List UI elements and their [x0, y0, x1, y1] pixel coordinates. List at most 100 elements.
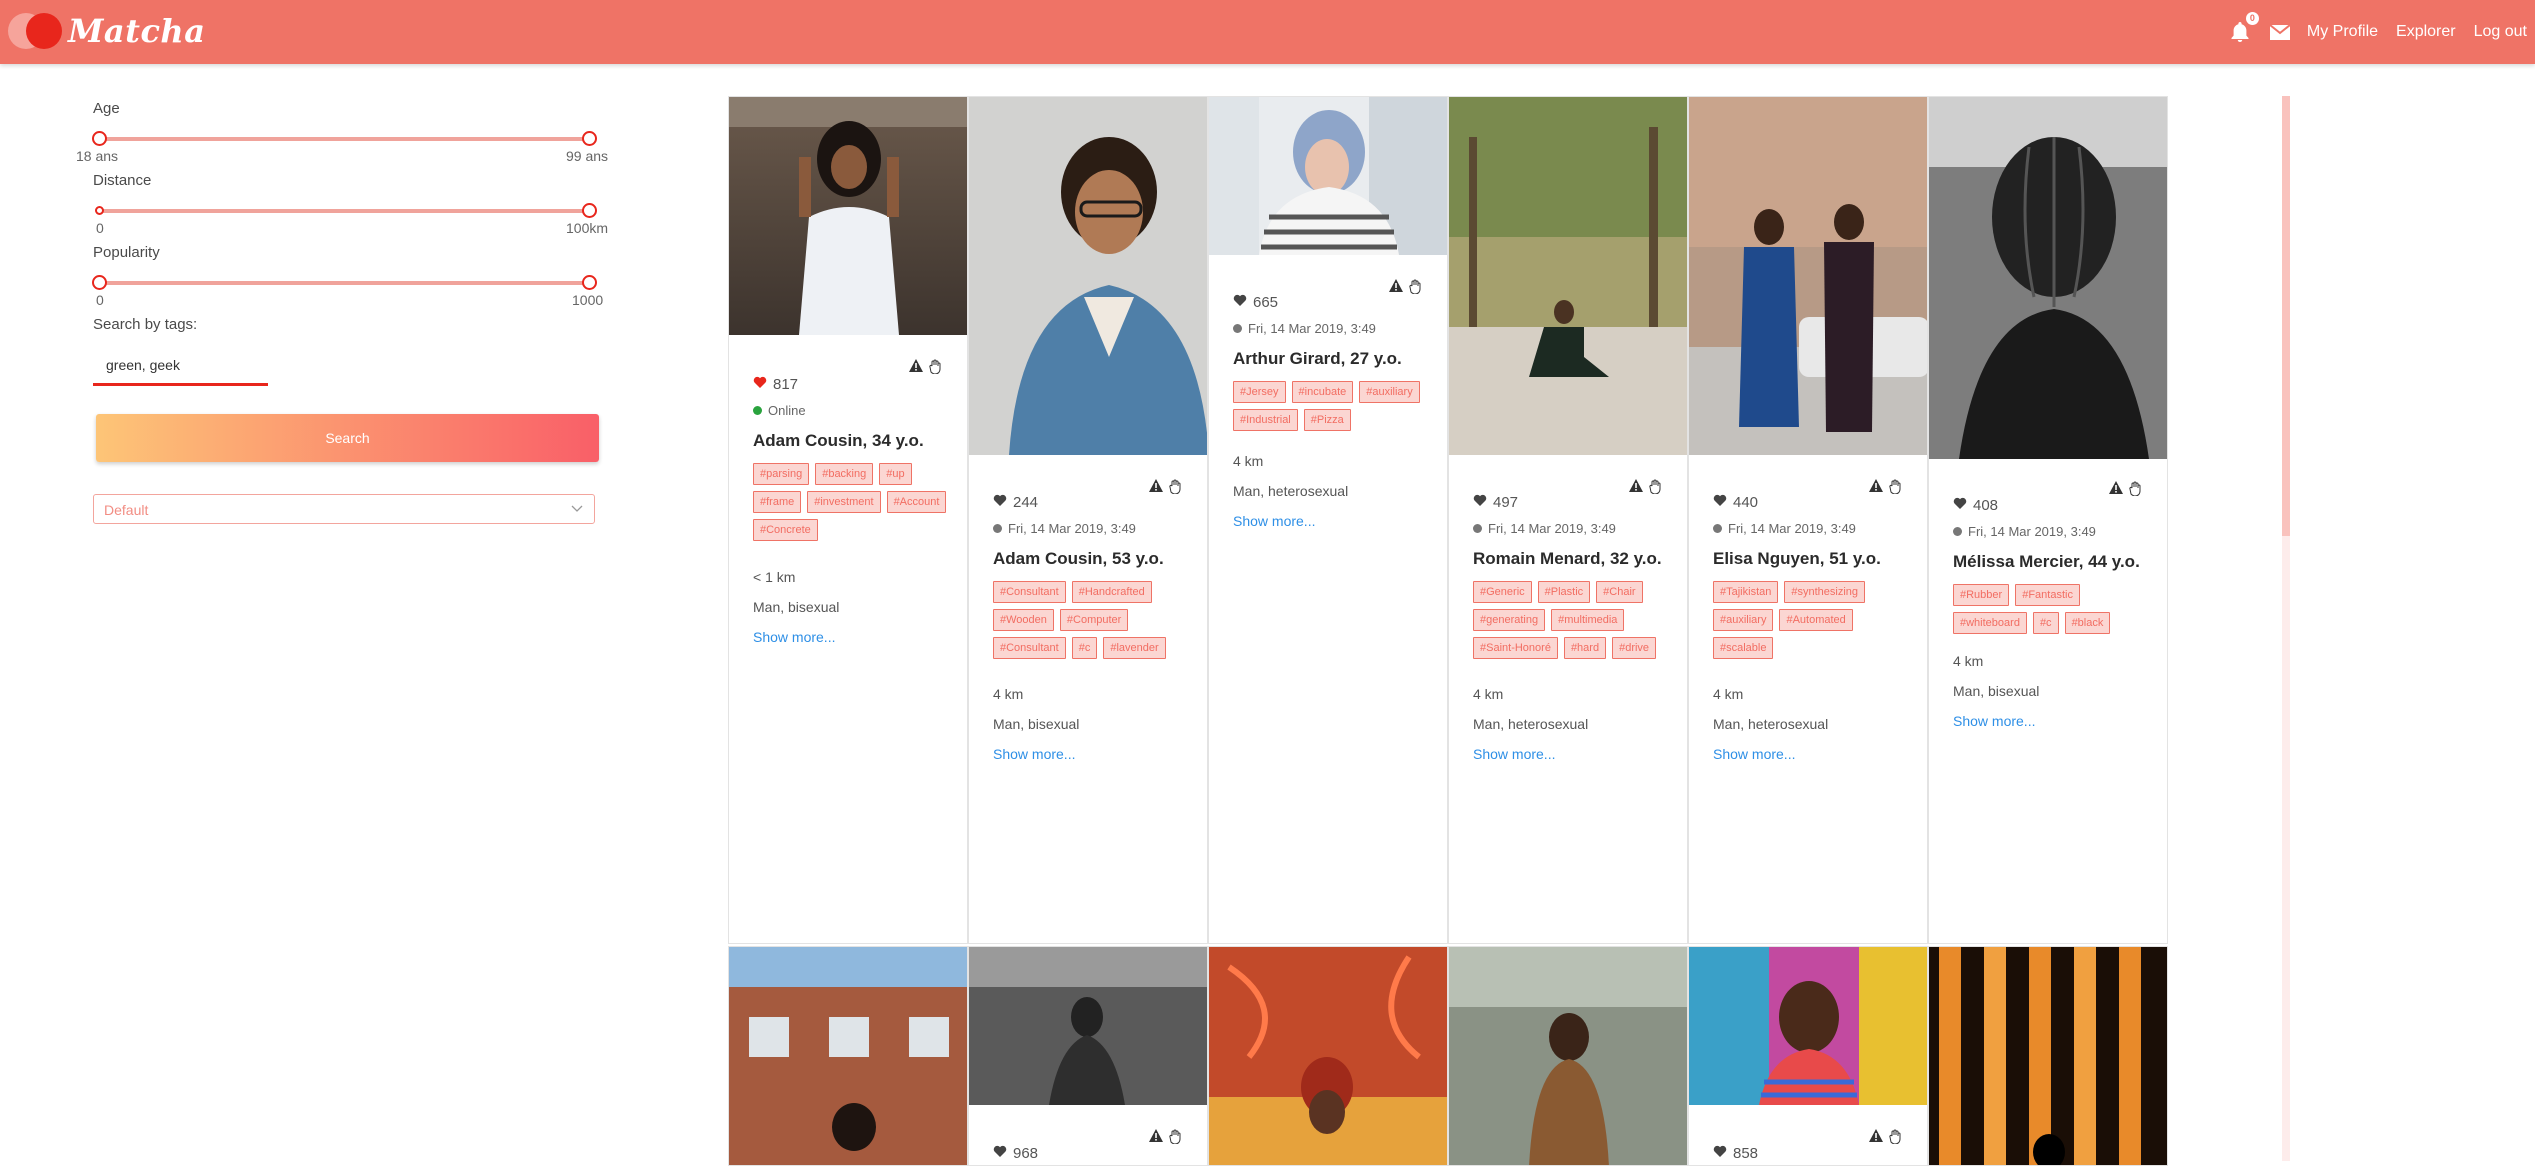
show-more-link[interactable]: Show more...	[1473, 746, 1555, 762]
block-hand-icon[interactable]	[1169, 1129, 1183, 1149]
profile-card[interactable]	[728, 946, 968, 1166]
profile-photo[interactable]	[1209, 947, 1447, 1166]
messages-envelope-icon[interactable]	[2267, 19, 2293, 45]
tag[interactable]: #Plastic	[1537, 581, 1591, 603]
tag[interactable]: #Generic	[1473, 581, 1532, 603]
profile-card[interactable]: 665 Fri, 14 Mar 2019, 3:49 Arthur Girard…	[1208, 96, 1448, 944]
profile-name[interactable]: Romain Menard, 32 y.o.	[1473, 549, 1662, 569]
tag[interactable]: #Jersey	[1233, 381, 1286, 403]
profile-photo[interactable]	[1929, 947, 2167, 1166]
profile-card[interactable]	[1208, 946, 1448, 1166]
app-logo[interactable]: Matcha	[8, 12, 205, 50]
show-more-link[interactable]: Show more...	[1953, 713, 2035, 729]
tag[interactable]: #generating	[1473, 609, 1546, 631]
age-min-handle[interactable]	[92, 131, 107, 146]
likes-count[interactable]: 408	[1953, 497, 1998, 514]
tag[interactable]: #hard	[1563, 637, 1607, 659]
profile-card[interactable]: 497 Fri, 14 Mar 2019, 3:49 Romain Menard…	[1448, 96, 1688, 944]
notifications-bell-icon[interactable]: 0	[2227, 12, 2259, 45]
likes-count[interactable]: 968	[993, 1145, 1038, 1162]
tag[interactable]: #Saint-Honoré	[1473, 637, 1558, 659]
age-max-handle[interactable]	[582, 131, 597, 146]
tag[interactable]: #Handcrafted	[1071, 581, 1152, 603]
scrollbar-thumb[interactable]	[2282, 96, 2290, 536]
age-range-slider[interactable]	[92, 131, 597, 146]
tag[interactable]: #c	[2032, 612, 2059, 634]
block-hand-icon[interactable]	[1889, 479, 1903, 499]
profile-card[interactable]: 408 Fri, 14 Mar 2019, 3:49 Mélissa Merci…	[1928, 96, 2168, 944]
tag[interactable]: #Wooden	[993, 609, 1054, 631]
block-hand-icon[interactable]	[1169, 479, 1183, 499]
profile-photo[interactable]	[1209, 97, 1447, 255]
profile-name[interactable]: Mélissa Mercier, 44 y.o.	[1953, 552, 2140, 572]
profile-name[interactable]: Elisa Nguyen, 51 y.o.	[1713, 549, 1881, 569]
profile-card[interactable]: 968	[968, 946, 1208, 1166]
tag[interactable]: #multimedia	[1551, 609, 1625, 631]
profile-photo[interactable]	[729, 947, 967, 1166]
sort-select[interactable]: Default	[93, 494, 595, 524]
show-more-link[interactable]: Show more...	[753, 629, 835, 645]
tag[interactable]: #auxiliary	[1359, 381, 1420, 403]
profile-card[interactable]: 244 Fri, 14 Mar 2019, 3:49 Adam Cousin, …	[968, 96, 1208, 944]
nav-link-logout[interactable]: Log out	[2474, 23, 2527, 41]
report-warning-icon[interactable]	[1149, 1129, 1163, 1149]
tag[interactable]: #auxiliary	[1713, 609, 1774, 631]
distance-min-handle[interactable]	[95, 206, 104, 215]
profile-photo[interactable]	[1689, 97, 1927, 455]
report-warning-icon[interactable]	[1389, 279, 1403, 299]
block-hand-icon[interactable]	[1649, 479, 1663, 499]
profile-card[interactable]: 440 Fri, 14 Mar 2019, 3:49 Elisa Nguyen,…	[1688, 96, 1928, 944]
profile-name[interactable]: Adam Cousin, 34 y.o.	[753, 431, 924, 451]
show-more-link[interactable]: Show more...	[1233, 513, 1315, 529]
tag[interactable]: #Industrial	[1233, 409, 1298, 431]
profile-card[interactable]: 817 Online Adam Cousin, 34 y.o. #parsing…	[728, 96, 968, 944]
report-warning-icon[interactable]	[1869, 479, 1883, 499]
tag[interactable]: #Fantastic	[2015, 584, 2080, 606]
tag[interactable]: #parsing	[753, 463, 810, 485]
report-warning-icon[interactable]	[1869, 1129, 1883, 1149]
tag[interactable]: #Consultant	[993, 637, 1066, 659]
tag[interactable]: #scalable	[1713, 637, 1774, 659]
tag[interactable]: #c	[1071, 637, 1098, 659]
tag[interactable]: #up	[879, 463, 912, 485]
likes-count[interactable]: 858	[1713, 1145, 1758, 1162]
tags-search-input[interactable]: green, geek	[93, 346, 268, 386]
show-more-link[interactable]: Show more...	[1713, 746, 1795, 762]
distance-max-handle[interactable]	[582, 203, 597, 218]
vertical-scrollbar[interactable]	[2282, 96, 2290, 1161]
tag[interactable]: #Computer	[1059, 609, 1129, 631]
report-warning-icon[interactable]	[2109, 481, 2123, 501]
tag[interactable]: #Tajikistan	[1713, 581, 1779, 603]
tag[interactable]: #Rubber	[1953, 584, 2010, 606]
tag[interactable]: #lavender	[1103, 637, 1166, 659]
profile-card[interactable]	[1448, 946, 1688, 1166]
tag[interactable]: #Chair	[1596, 581, 1643, 603]
profile-photo[interactable]	[1689, 947, 1927, 1105]
tag[interactable]: #incubate	[1291, 381, 1354, 403]
profile-name[interactable]: Adam Cousin, 53 y.o.	[993, 549, 1164, 569]
tag[interactable]: #investment	[807, 491, 881, 513]
tag[interactable]: #Account	[886, 491, 947, 513]
likes-count[interactable]: 244	[993, 494, 1038, 511]
tag[interactable]: #black	[2064, 612, 2111, 634]
nav-link-explorer[interactable]: Explorer	[2396, 23, 2456, 41]
distance-range-slider[interactable]	[95, 203, 597, 218]
popularity-min-handle[interactable]	[92, 275, 107, 290]
profile-photo[interactable]	[1449, 947, 1687, 1166]
show-more-link[interactable]: Show more...	[993, 746, 1075, 762]
tag[interactable]: #Concrete	[753, 519, 818, 541]
likes-count[interactable]: 665	[1233, 294, 1278, 311]
nav-link-my-profile[interactable]: My Profile	[2307, 23, 2378, 41]
profile-photo[interactable]	[1929, 97, 2167, 459]
popularity-max-handle[interactable]	[582, 275, 597, 290]
tag[interactable]: #drive	[1612, 637, 1657, 659]
tag[interactable]: #frame	[753, 491, 802, 513]
report-warning-icon[interactable]	[1149, 479, 1163, 499]
profile-photo[interactable]	[969, 97, 1207, 455]
likes-count[interactable]: 817	[753, 376, 798, 393]
tag[interactable]: #Pizza	[1303, 409, 1351, 431]
likes-count[interactable]: 440	[1713, 494, 1758, 511]
tag[interactable]: #Automated	[1779, 609, 1853, 631]
profile-card[interactable]: 858	[1688, 946, 1928, 1166]
block-hand-icon[interactable]	[1409, 279, 1423, 299]
